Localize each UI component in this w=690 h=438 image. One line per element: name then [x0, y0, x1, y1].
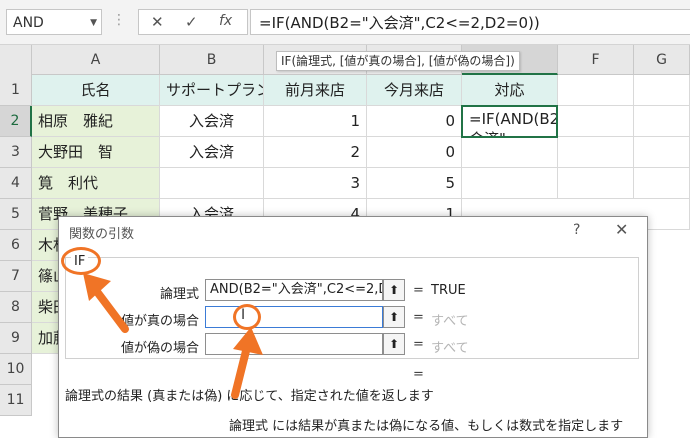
- collapse-button-value-if-true[interactable]: ⬆: [383, 306, 405, 328]
- cell-f1[interactable]: [558, 75, 634, 106]
- cell-g2[interactable]: [634, 106, 690, 137]
- cell-e1[interactable]: 対応: [462, 75, 558, 106]
- arg-input-logical-test[interactable]: AND(B2="入会済",C2<=2,D2: [205, 279, 383, 301]
- formula-result-equals: =: [413, 367, 424, 382]
- row-header-9[interactable]: 9: [0, 323, 32, 354]
- cancel-icon[interactable]: ✕: [151, 13, 164, 31]
- arg-result-logical-test: TRUE: [431, 283, 466, 298]
- cell-c3[interactable]: 2: [264, 137, 367, 168]
- arg-label-value-if-false: 値が偽の場合: [120, 341, 199, 356]
- cell-d1[interactable]: 今月来店: [367, 75, 462, 106]
- cell-a3[interactable]: 大野田 智: [32, 137, 160, 168]
- active-cell-e2[interactable]: =IF(AND(B2="入会済": [461, 105, 558, 138]
- arg-equals-2: =: [413, 310, 424, 325]
- cell-b1[interactable]: サポートプラン: [160, 75, 264, 106]
- cell-b4[interactable]: [160, 168, 264, 199]
- collapse-button-logical-test[interactable]: ⬆: [383, 279, 405, 301]
- name-box[interactable]: AND ▼: [6, 9, 102, 35]
- cell-g3[interactable]: [634, 137, 690, 168]
- cell-g5[interactable]: [646, 199, 690, 230]
- insert-function-icon[interactable]: fx: [219, 13, 232, 29]
- cell-d4[interactable]: 5: [367, 168, 462, 199]
- cell-c1[interactable]: 前月来店: [264, 75, 367, 106]
- cell-g1[interactable]: [634, 75, 690, 106]
- row-header-8[interactable]: 8: [0, 292, 32, 323]
- row-header-7[interactable]: 7: [0, 261, 32, 292]
- row-header-4[interactable]: 4: [0, 168, 32, 199]
- cell-c2[interactable]: 1: [264, 106, 367, 137]
- dialog-title: 関数の引数: [69, 227, 135, 242]
- arrow-icon: [231, 327, 263, 399]
- cell-b2[interactable]: 入会済: [160, 106, 264, 137]
- cell-a2[interactable]: 相原 雅紀: [32, 106, 160, 137]
- formula-controls: ✕ ✓ fx: [138, 9, 248, 35]
- formula-input[interactable]: =IF(AND(B2="入会済",C2<=2,D2=0)): [250, 9, 690, 35]
- row-header-3[interactable]: 3: [0, 137, 32, 168]
- arg-result-value-if-false: すべて: [431, 341, 469, 356]
- cell-e3[interactable]: [462, 137, 558, 168]
- column-header-g[interactable]: G: [634, 45, 690, 75]
- select-all-corner[interactable]: [0, 45, 32, 76]
- arg-equals-3: =: [413, 337, 424, 352]
- row-header-10[interactable]: 10: [0, 354, 32, 385]
- cell-f4[interactable]: [558, 168, 634, 199]
- column-header-f[interactable]: F: [558, 45, 634, 75]
- enter-icon[interactable]: ✓: [185, 13, 198, 31]
- row-header-11[interactable]: 11: [0, 385, 32, 416]
- function-tooltip: IF(論理式, [値が真の場合], [値が偽の場合]): [276, 51, 520, 71]
- row-header-6[interactable]: 6: [0, 230, 32, 261]
- cell-d3[interactable]: 0: [367, 137, 462, 168]
- cell-a4[interactable]: 筧 利代: [32, 168, 160, 199]
- column-header-b[interactable]: B: [160, 45, 264, 75]
- cell-f2[interactable]: [558, 106, 634, 137]
- cell-d2[interactable]: 0: [367, 106, 462, 137]
- function-arguments-dialog: 関数の引数 ? ✕ IF 論理式 AND(B2="入会済",C2<=2,D2 ⬆…: [58, 216, 648, 438]
- cell-c4[interactable]: 3: [264, 168, 367, 199]
- formula-bar: AND ▼ ⋮ ✕ ✓ fx =IF(AND(B2="入会済",C2<=2,D2…: [0, 0, 690, 45]
- cell-a1[interactable]: 氏名: [32, 75, 160, 106]
- drag-handle-icon[interactable]: ⋮: [112, 12, 126, 28]
- collapse-button-value-if-false[interactable]: ⬆: [383, 333, 405, 355]
- cell-g4[interactable]: [634, 168, 690, 199]
- row-header-1[interactable]: 1: [0, 75, 32, 106]
- name-box-value: AND: [13, 15, 44, 31]
- arrow-icon: [83, 273, 129, 333]
- row-header-5[interactable]: 5: [0, 199, 32, 230]
- arg-equals-1: =: [413, 283, 424, 298]
- arg-result-value-if-true: すべて: [431, 314, 469, 329]
- cell-e4[interactable]: [462, 168, 558, 199]
- help-icon[interactable]: ?: [573, 222, 580, 238]
- cell-f3[interactable]: [558, 137, 634, 168]
- close-icon[interactable]: ✕: [615, 220, 628, 239]
- row-header-2[interactable]: 2: [0, 106, 32, 137]
- cell-b3[interactable]: 入会済: [160, 137, 264, 168]
- column-header-a[interactable]: A: [32, 45, 160, 75]
- chevron-down-icon[interactable]: ▼: [90, 10, 97, 36]
